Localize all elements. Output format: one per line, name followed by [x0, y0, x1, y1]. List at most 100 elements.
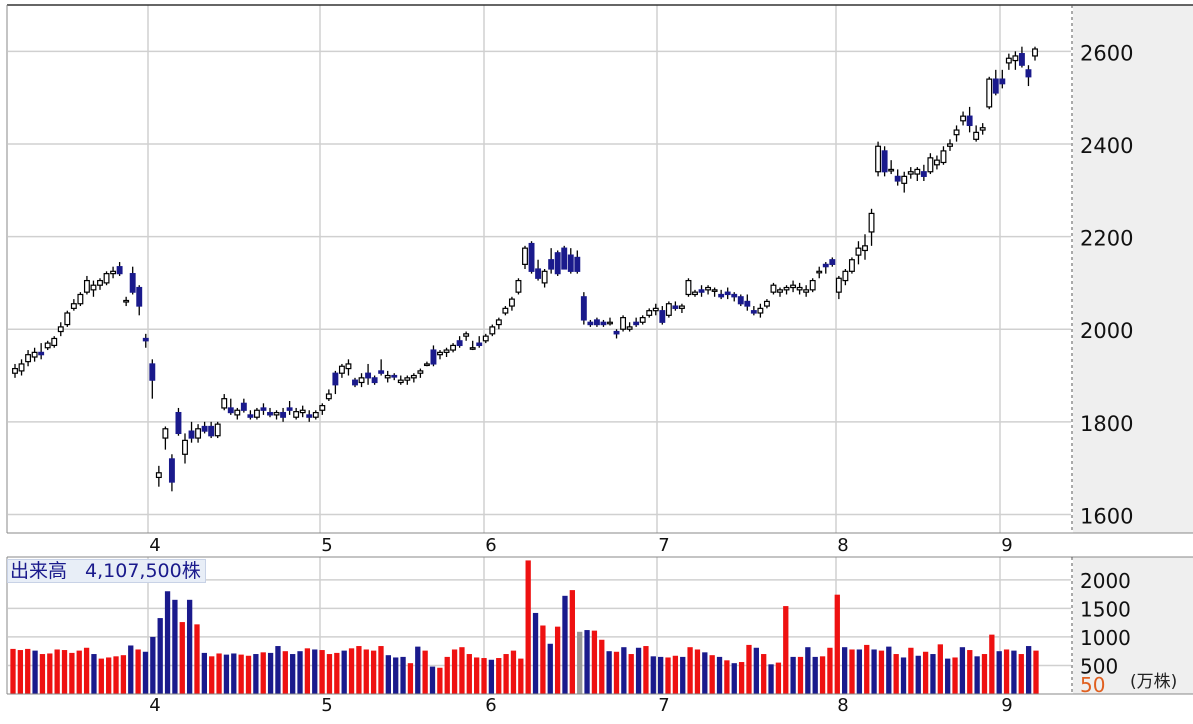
candle-body [397, 379, 404, 384]
candle-body [522, 247, 528, 265]
volume-bar [201, 652, 208, 694]
candle-body [57, 326, 64, 333]
candle-body [933, 159, 940, 166]
volume-bar [179, 622, 185, 694]
volume-x-tick-label: 5 [321, 695, 332, 716]
candle-body [286, 407, 293, 411]
volume-bar [959, 647, 966, 694]
volume-bar [216, 653, 222, 694]
candle-body [528, 242, 535, 272]
price-y-tick-label: 2600 [1080, 41, 1133, 65]
candle-body [705, 286, 712, 291]
volume-bar [790, 656, 796, 694]
candle-body [763, 300, 770, 307]
volume-bar [459, 647, 465, 694]
volume-bar [326, 654, 333, 694]
volume-bar [643, 646, 649, 694]
candle-body [299, 409, 306, 414]
volume-y-extra-label: 50 [1080, 673, 1105, 697]
volume-bar [76, 650, 82, 694]
candle-body [12, 367, 18, 374]
candle-body [822, 263, 829, 268]
candle-body [685, 279, 692, 296]
volume-bar [164, 591, 171, 694]
chart-svg: 1600 1800 2000 2200 2400 2600 4 5 6 7 8 9 2000 1500… [0, 0, 1193, 720]
candle-body [659, 310, 666, 323]
candle-body [450, 344, 457, 351]
candle-body [280, 411, 287, 418]
volume-bar [106, 657, 112, 694]
candle-body [829, 259, 836, 265]
volume-bar [621, 647, 627, 694]
volume-bar [370, 650, 377, 694]
price-x-tick-label: 4 [149, 535, 160, 556]
volume-bar [915, 655, 921, 694]
candle-body [417, 370, 424, 374]
candle-body [1032, 48, 1038, 57]
chart-background [0, 0, 1193, 720]
candle-body [247, 414, 254, 418]
price-x-tick-label: 5 [321, 535, 332, 556]
candle-body [600, 321, 607, 326]
candle-body [783, 286, 790, 291]
candle-body [240, 402, 247, 411]
volume-bar [510, 650, 517, 694]
volume-x-tick-label: 6 [485, 695, 496, 716]
volume-bar [444, 656, 450, 694]
candle-body [914, 168, 921, 175]
candle-body [338, 365, 345, 374]
price-x-tick-label: 7 [658, 535, 669, 556]
volume-bar [341, 650, 347, 694]
candle-body [201, 425, 208, 432]
candle-body [319, 405, 326, 411]
candle-body [633, 321, 640, 326]
volume-bar [194, 624, 200, 694]
candle-body [227, 407, 234, 414]
candle-body [221, 398, 228, 409]
volume-bar [635, 647, 642, 694]
candle-body [626, 326, 633, 330]
volume-bar [260, 652, 266, 694]
candle-body [875, 145, 882, 173]
price-y-tick-label: 2200 [1080, 227, 1133, 251]
volume-bar [348, 648, 355, 694]
candle-body [770, 284, 777, 293]
candle-body [639, 317, 646, 323]
volume-bar [39, 654, 46, 694]
candle-body [384, 374, 391, 379]
volume-bar [687, 647, 693, 694]
volume-bar [849, 649, 855, 694]
candle-body [489, 326, 496, 335]
candle-body [273, 411, 280, 416]
candle-body [18, 363, 25, 372]
volume-bar [98, 658, 104, 694]
candle-body [38, 351, 45, 356]
volume-bar [672, 655, 679, 694]
candle-body [574, 256, 581, 272]
volume-bar [400, 656, 406, 694]
candle-body [920, 171, 927, 177]
candle-body [927, 157, 934, 173]
candle-body [790, 284, 797, 289]
volume-bar [422, 650, 428, 694]
volume-bar [518, 658, 524, 694]
candle-body [672, 305, 679, 309]
volume-bar [856, 649, 863, 694]
candle-body [750, 310, 757, 314]
volume-bar [731, 663, 737, 694]
volume-bar [952, 657, 958, 694]
volume-x-tick-label: 9 [1001, 695, 1012, 716]
volume-bar [613, 651, 620, 694]
candle-body [1025, 69, 1032, 78]
volume-bar [451, 649, 458, 694]
volume-bar [996, 651, 1002, 694]
volume-bar [805, 647, 811, 694]
volume-bar [496, 658, 502, 694]
volume-bar [827, 647, 833, 694]
volume-bar [599, 639, 605, 694]
volume-bar [937, 644, 943, 694]
volume-bar [142, 651, 149, 694]
volume-bar [312, 649, 318, 694]
volume-bar [253, 654, 259, 694]
volume-bar [437, 667, 443, 694]
